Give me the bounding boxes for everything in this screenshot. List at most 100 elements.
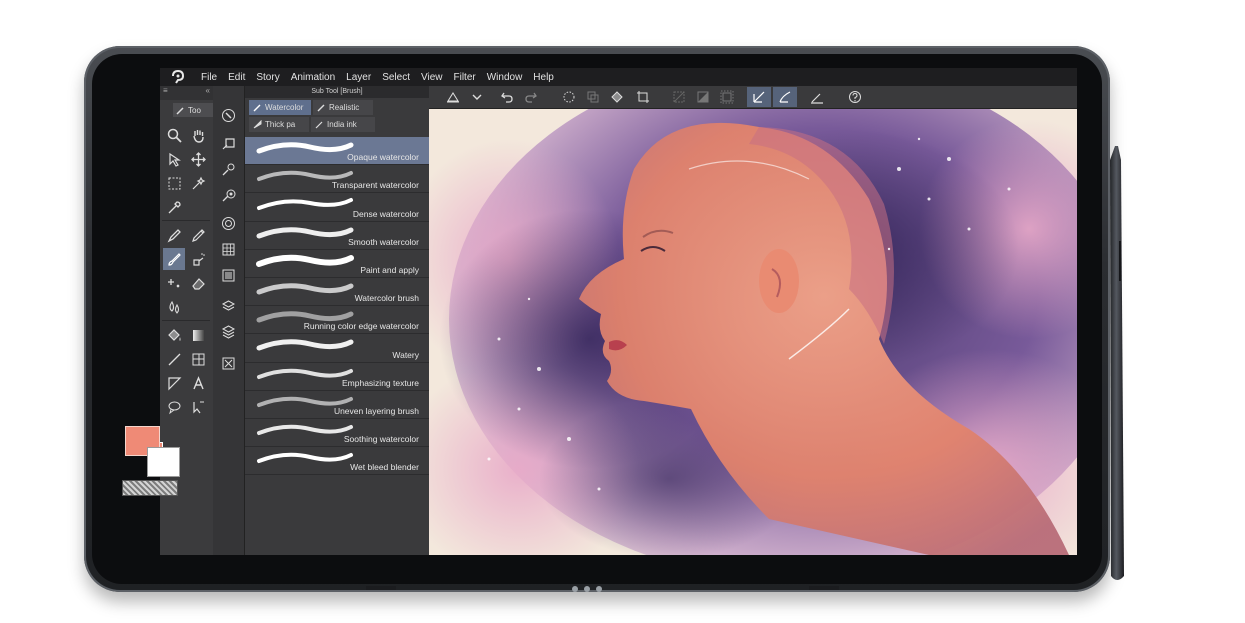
color-circle-icon[interactable]	[217, 212, 239, 234]
help-icon[interactable]	[845, 87, 865, 107]
menu-layer[interactable]: Layer	[346, 72, 371, 83]
clear-selection-icon[interactable]	[669, 87, 689, 107]
zoom-tool-icon[interactable]	[163, 124, 185, 146]
airbrush-tool-icon[interactable]	[187, 248, 209, 270]
chevron-down-icon[interactable]	[467, 87, 487, 107]
brush-item[interactable]: Soothing watercolor	[245, 419, 429, 448]
brush-item[interactable]: Paint and apply	[245, 250, 429, 278]
sub-tool-panel: Sub Tool [Brush] Watercolor Realistic Th…	[245, 86, 430, 555]
layer-search-icon[interactable]	[217, 294, 239, 316]
pen-tool-icon[interactable]	[163, 224, 185, 246]
brush-item[interactable]: Opaque watercolor	[245, 137, 429, 166]
pencil-tool-icon[interactable]	[187, 224, 209, 246]
layer-property-icon[interactable]	[217, 132, 239, 154]
brush-item[interactable]: Running color edge watercolor	[245, 306, 429, 335]
auto-select-icon[interactable]	[187, 172, 209, 194]
brush-item[interactable]: Watery	[245, 334, 429, 363]
ruler-tool-icon[interactable]	[163, 372, 185, 394]
correct-line-icon[interactable]	[187, 396, 209, 418]
drawing-canvas[interactable]	[429, 109, 1077, 555]
brush-group-tabs: Watercolor Realistic Thick pa India ink	[245, 98, 429, 134]
balloon-tool-icon[interactable]	[163, 396, 185, 418]
brush-item[interactable]: Dense watercolor	[245, 193, 429, 222]
menu-help[interactable]: Help	[533, 72, 554, 83]
tool-property-icon[interactable]	[217, 184, 239, 206]
brush-size-icon[interactable]	[217, 158, 239, 180]
menu-edit[interactable]: Edit	[228, 72, 245, 83]
app-screen: File Edit Story Animation Layer Select V…	[160, 68, 1077, 555]
brush-icon	[317, 104, 325, 112]
panel-title: Sub Tool [Brush]	[245, 86, 429, 98]
menu-filter[interactable]: Filter	[453, 72, 475, 83]
brush-stroke-preview	[256, 254, 354, 267]
pen-icon	[315, 121, 323, 129]
brush-item[interactable]: Wet bleed blender	[245, 447, 429, 476]
brush-item[interactable]: Transparent watercolor	[245, 165, 429, 194]
gradient-tool-icon[interactable]	[187, 324, 209, 346]
menu-view[interactable]: View	[421, 72, 443, 83]
brush-stroke-preview	[257, 424, 353, 435]
command-bar	[429, 86, 1077, 109]
brush-item[interactable]: Watercolor brush	[245, 278, 429, 307]
brush-item[interactable]: Uneven layering brush	[245, 391, 429, 419]
select-all-icon[interactable]	[717, 87, 737, 107]
snap-special-ruler-icon[interactable]	[773, 87, 797, 107]
figure-tool-icon[interactable]	[163, 348, 185, 370]
snap-ruler-icon[interactable]	[747, 87, 771, 107]
sub-tool-icon[interactable]	[217, 104, 239, 126]
loading-icon[interactable]	[559, 87, 579, 107]
menu-file[interactable]: File	[201, 72, 217, 83]
menu-window[interactable]: Window	[487, 72, 523, 83]
tab-realistic[interactable]: Realistic	[313, 100, 373, 115]
brush-stroke-preview	[256, 142, 354, 154]
brush-stroke-preview	[256, 283, 354, 295]
text-tool-icon[interactable]	[187, 372, 209, 394]
eraser-tool-icon[interactable]	[187, 272, 209, 294]
menu-animation[interactable]: Animation	[291, 72, 335, 83]
menu-bar: File Edit Story Animation Layer Select V…	[160, 68, 1077, 86]
snap-grid-icon[interactable]	[807, 87, 827, 107]
brush-icon	[253, 104, 261, 112]
menu-story[interactable]: Story	[256, 72, 279, 83]
navigator-icon[interactable]	[217, 352, 239, 374]
transparent-color-swatch[interactable]	[122, 480, 178, 496]
frame-border-icon[interactable]	[187, 348, 209, 370]
redo-icon[interactable]	[521, 87, 541, 107]
brush-stroke-preview	[257, 198, 353, 211]
eyedropper-icon[interactable]	[163, 196, 185, 218]
invert-selection-icon[interactable]	[693, 87, 713, 107]
menu-select[interactable]: Select	[382, 72, 410, 83]
brush-item[interactable]: Emphasizing texture	[245, 363, 429, 391]
sub-color-swatch[interactable]	[147, 447, 180, 477]
ruler-snap-icon[interactable]	[443, 87, 463, 107]
app-logo-icon[interactable]	[169, 68, 187, 86]
layers-icon[interactable]	[217, 320, 239, 342]
copy-icon[interactable]	[583, 87, 603, 107]
fill-bucket-icon[interactable]	[607, 87, 627, 107]
brush-stroke-preview	[257, 368, 353, 379]
brush-item[interactable]: Smooth watercolor	[245, 222, 429, 250]
tab-watercolor[interactable]: Watercolor	[249, 100, 311, 115]
move-layer-icon[interactable]	[187, 148, 209, 170]
watercolor-portrait	[429, 109, 1077, 555]
undo-icon[interactable]	[497, 87, 517, 107]
tab-india-ink[interactable]: India ink	[311, 117, 375, 132]
brush-stroke-preview	[257, 452, 353, 464]
intermediate-color-icon[interactable]	[217, 264, 239, 286]
brush-tab-icon	[176, 106, 184, 115]
color-set-icon[interactable]	[217, 238, 239, 260]
tab-thick-paint[interactable]: Thick pa	[249, 117, 309, 132]
tool-tab[interactable]: Too	[173, 103, 213, 117]
collapse-icon[interactable]: «	[206, 86, 210, 100]
operation-tool-icon[interactable]	[163, 148, 185, 170]
transform-icon[interactable]	[633, 87, 653, 107]
decoration-tool-icon[interactable]	[163, 272, 185, 294]
brush-tool-icon[interactable]	[163, 248, 185, 270]
hand-tool-icon[interactable]	[187, 124, 209, 146]
blend-tool-icon[interactable]	[163, 296, 185, 318]
fill-tool-icon[interactable]	[163, 324, 185, 346]
brush-stroke-preview	[256, 339, 354, 351]
selection-tool-icon[interactable]	[163, 172, 185, 194]
brush-stroke-preview	[256, 226, 354, 239]
palette-menu-icon[interactable]: ≡	[163, 86, 168, 100]
